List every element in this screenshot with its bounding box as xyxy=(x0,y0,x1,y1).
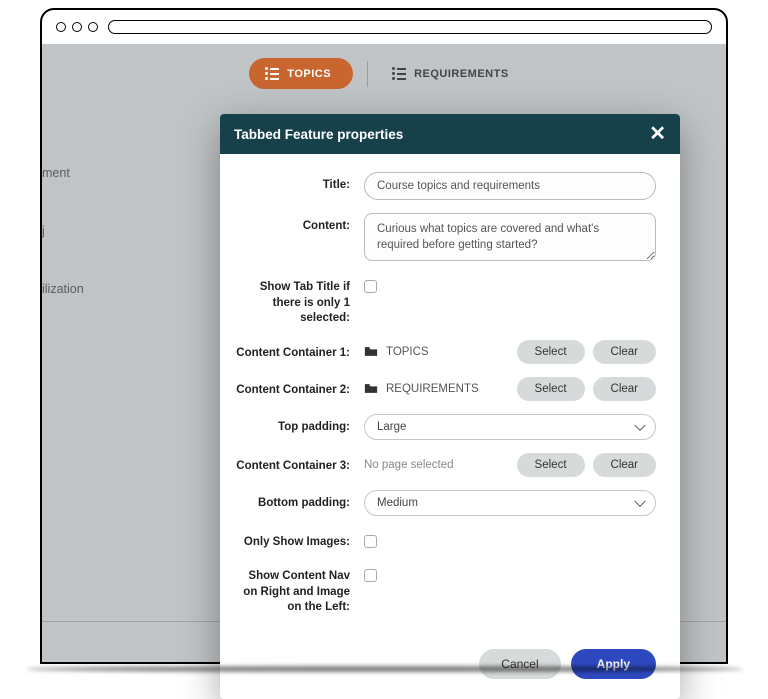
bg-tab-requirements[interactable]: REQUIREMENTS xyxy=(382,59,519,88)
row-content: Content: xyxy=(234,213,656,261)
label-cc2: Content Container 2: xyxy=(234,377,364,399)
label-bottom-padding: Bottom padding: xyxy=(234,490,364,512)
label-content: Content: xyxy=(234,213,364,235)
url-bar[interactable] xyxy=(108,20,712,34)
only-images-checkbox[interactable] xyxy=(364,535,377,548)
window-dot[interactable] xyxy=(56,22,66,32)
bg-sidebar-item: ment xyxy=(42,144,84,202)
apply-button[interactable]: Apply xyxy=(571,649,656,679)
label-cc1: Content Container 1: xyxy=(234,340,364,362)
window-dot[interactable] xyxy=(72,22,82,32)
cc3-select-button[interactable]: Select xyxy=(517,453,585,477)
top-padding-select[interactable]: Large xyxy=(364,414,656,440)
content-textarea[interactable] xyxy=(364,213,656,261)
label-title: Title: xyxy=(234,172,364,194)
list-icon xyxy=(265,67,279,80)
row-title: Title: xyxy=(234,172,656,200)
list-icon xyxy=(392,67,406,80)
label-nav-right: Show Content Nav on Right and Image on t… xyxy=(234,563,364,616)
window-controls xyxy=(56,22,98,32)
bottom-padding-select[interactable]: Medium xyxy=(364,490,656,516)
close-icon[interactable]: ✕ xyxy=(649,124,666,144)
show-tab-title-checkbox[interactable] xyxy=(364,280,377,293)
row-nav-right: Show Content Nav on Right and Image on t… xyxy=(234,563,656,616)
cc3-value: No page selected xyxy=(364,459,509,471)
cc2-value: REQUIREMENTS xyxy=(386,383,509,395)
cc3-clear-button[interactable]: Clear xyxy=(593,453,656,477)
row-only-images: Only Show Images: xyxy=(234,529,656,551)
label-top-padding: Top padding: xyxy=(234,414,364,436)
modal-header: Tabbed Feature properties ✕ xyxy=(220,114,680,154)
bg-sidebar: ment j ilization xyxy=(42,144,84,318)
bottom-padding-select-wrap: Medium xyxy=(364,490,656,516)
drop-shadow xyxy=(26,666,744,672)
label-cc3: Content Container 3: xyxy=(234,453,364,475)
separator xyxy=(367,61,368,87)
modal-dialog: Tabbed Feature properties ✕ Title: Conte… xyxy=(220,114,680,699)
row-top-padding: Top padding: Large xyxy=(234,414,656,440)
cc1-clear-button[interactable]: Clear xyxy=(593,340,656,364)
bg-tab-row: TOPICS REQUIREMENTS xyxy=(42,44,726,89)
row-cc1: Content Container 1: TOPICS Select Clear xyxy=(234,340,656,364)
row-bottom-padding: Bottom padding: Medium xyxy=(234,490,656,516)
bg-sidebar-item: j xyxy=(42,202,84,260)
bg-tab-label: REQUIREMENTS xyxy=(414,68,509,80)
folder-icon xyxy=(364,383,378,394)
cc1-value: TOPICS xyxy=(386,346,509,358)
row-show-tab-title: Show Tab Title if there is only 1 select… xyxy=(234,274,656,327)
folder-icon xyxy=(364,346,378,357)
title-input[interactable] xyxy=(364,172,656,200)
modal-title: Tabbed Feature properties xyxy=(234,127,403,142)
nav-right-checkbox[interactable] xyxy=(364,569,377,582)
cc1-select-button[interactable]: Select xyxy=(517,340,585,364)
label-only-images: Only Show Images: xyxy=(234,529,364,551)
browser-frame: TOPICS REQUIREMENTS ment j ilization + T… xyxy=(40,8,728,664)
cc2-select-button[interactable]: Select xyxy=(517,377,585,401)
bg-tab-label: TOPICS xyxy=(287,68,331,80)
bg-tab-topics[interactable]: TOPICS xyxy=(249,58,353,89)
cc2-clear-button[interactable]: Clear xyxy=(593,377,656,401)
top-padding-select-wrap: Large xyxy=(364,414,656,440)
row-cc2: Content Container 2: REQUIREMENTS Select… xyxy=(234,377,656,401)
row-cc3: Content Container 3: No page selected Se… xyxy=(234,453,656,477)
bg-sidebar-item: ilization xyxy=(42,260,84,318)
label-show-tab-title: Show Tab Title if there is only 1 select… xyxy=(234,274,364,327)
window-dot[interactable] xyxy=(88,22,98,32)
modal-body: Title: Content: Show Tab Title if there … xyxy=(220,154,680,639)
cancel-button[interactable]: Cancel xyxy=(479,649,560,679)
browser-titlebar xyxy=(42,10,726,44)
